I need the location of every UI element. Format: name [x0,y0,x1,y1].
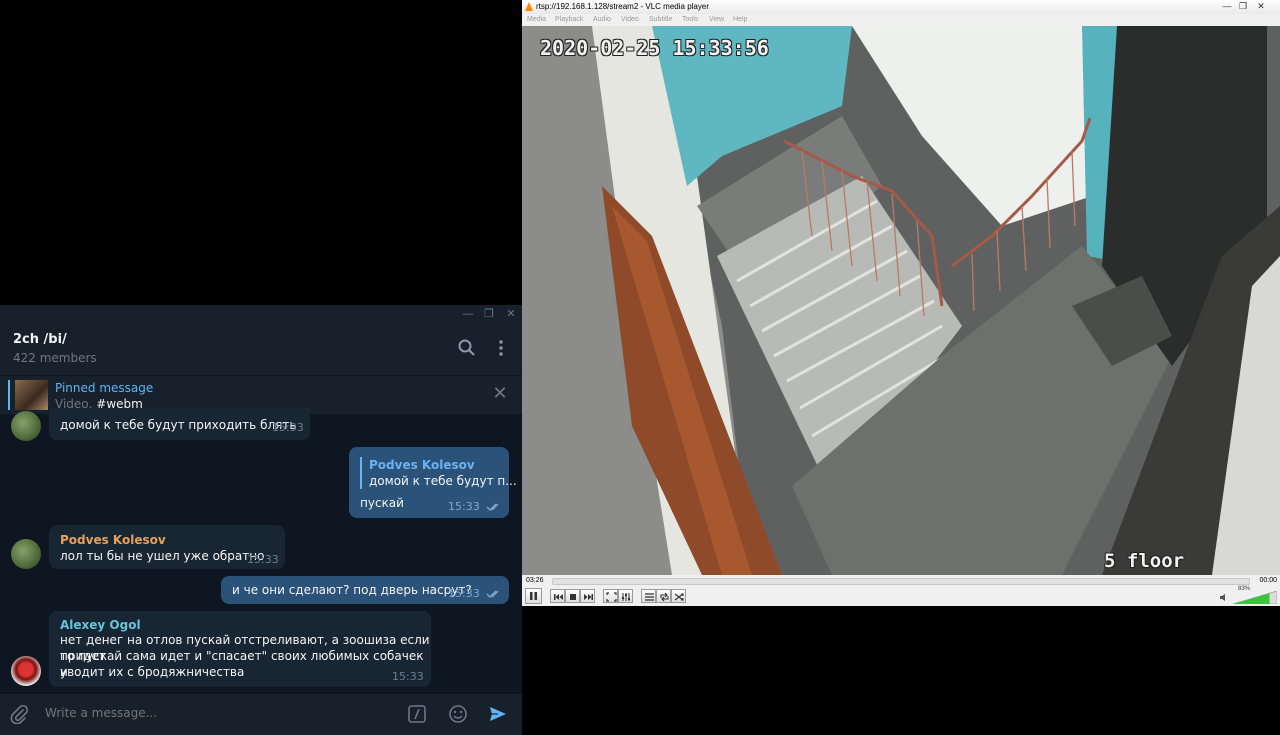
pinned-video-thumbnail [15,380,48,410]
message-text: и че они сделают? под дверь насрут? [232,583,472,597]
message-bubble[interactable]: Alexey Ogol нет денег на отлов пускай от… [49,611,431,687]
extended-settings-button[interactable] [618,589,633,603]
volume-slider[interactable] [1233,591,1277,604]
avatar[interactable] [11,656,41,686]
message-text: домой к тебе будут приходить блять [60,418,297,432]
stairwell-video-frame [522,26,1280,575]
chat-header[interactable]: 2ch /bi/ 422 members [0,323,522,375]
menu-media[interactable]: Media [527,16,546,23]
emoji-icon[interactable] [448,704,468,724]
reply-quote[interactable]: Podves Kolesov домой к тебе будут п... [360,457,517,489]
chat-title: 2ch /bi/ [13,332,67,347]
shuffle-button[interactable] [671,589,686,603]
next-button[interactable] [580,589,595,603]
avatar[interactable] [11,539,41,569]
menu-audio[interactable]: Audio [593,16,611,23]
message-input[interactable] [45,706,375,720]
sender-name[interactable]: Podves Kolesov [60,532,166,548]
restore-button[interactable]: ❐ [478,305,500,323]
speaker-icon[interactable] [1219,593,1228,602]
message-text: лол ты бы не ушел уже обратно [60,549,265,563]
message-time: 15:33 [448,587,480,600]
vlc-window: rtsp://192.168.1.128/stream2 - VLC media… [522,0,1280,606]
menu-tools[interactable]: Tools [682,16,698,23]
message-text-line: уводит их с бродяжничества [60,665,245,679]
close-window-button[interactable]: ✕ [1254,0,1268,14]
message-time: 15:33 [448,500,480,513]
playback-controls: 83% [522,586,1280,606]
message-bubble[interactable]: Podves Kolesov домой к тебе будут п... п… [349,447,517,518]
previous-button[interactable] [550,589,565,603]
search-icon[interactable] [457,338,477,358]
osd-timestamp: 2020-02-25 15:33:56 [540,36,769,60]
avatar[interactable] [11,411,41,441]
elapsed-time: 03:26 [526,577,544,584]
menu-playback[interactable]: Playback [555,16,583,23]
reply-sender: Podves Kolesov [369,458,475,472]
more-menu-icon[interactable] [491,338,511,358]
menu-view[interactable]: View [709,16,724,23]
message-bubble[interactable]: домой к тебе будут приходить блять 15:33 [49,408,310,440]
menu-help[interactable]: Help [733,16,747,23]
pause-button[interactable] [525,588,542,604]
vlc-window-title: rtsp://192.168.1.128/stream2 - VLC media… [536,2,709,11]
message-bubble[interactable]: и че они сделают? под дверь насрут? 15:3… [221,576,509,604]
read-checkmarks-icon [486,503,499,511]
restore-button[interactable]: ❐ [1236,0,1250,14]
members-count: 422 members [13,351,97,365]
vlc-menubar: Media Playback Audio Video Subtitle Tool… [522,14,1280,26]
fullscreen-button[interactable] [603,589,618,603]
menu-video[interactable]: Video [621,16,639,23]
vlc-titlebar: rtsp://192.168.1.128/stream2 - VLC media… [522,0,1280,14]
close-pinned-icon[interactable]: ✕ [492,385,508,403]
menu-subtitle[interactable]: Subtitle [649,16,672,23]
seek-slider[interactable] [552,578,1250,585]
send-icon[interactable] [488,704,508,724]
pinned-accent-bar [8,380,10,410]
minimize-button[interactable]: — [457,305,479,323]
reply-text: домой к тебе будут п... [369,474,517,488]
commands-icon[interactable] [407,704,427,724]
message-time: 15:33 [272,421,304,434]
video-surface[interactable]: 2020-02-25 15:33:56 5 floor [522,26,1280,575]
loop-button[interactable] [656,589,671,603]
close-window-button[interactable]: ✕ [500,305,522,323]
vlc-cone-icon [525,2,533,11]
sender-name[interactable]: Alexey Ogol [60,617,141,633]
total-time: 00:00 [1259,577,1277,584]
read-checkmarks-icon [486,590,499,598]
seek-bar-row: 03:26 00:00 [522,575,1280,587]
stop-button[interactable] [565,589,580,603]
message-time: 15:33 [392,670,424,683]
message-bubble[interactable]: Podves Kolesov лол ты бы не ушел уже обр… [49,525,285,569]
pinned-title: Pinned message [55,381,154,395]
osd-floor-label: 5 floor [1104,550,1185,572]
message-composer [0,694,522,735]
playlist-button[interactable] [641,589,656,603]
telegram-window: — ❐ ✕ 2ch /bi/ 422 members Pinned messag… [0,305,522,735]
message-time: 15:33 [247,553,279,566]
message-text: пускай [360,496,404,510]
telegram-titlebar: — ❐ ✕ [0,305,522,323]
attach-icon[interactable] [9,704,29,724]
minimize-button[interactable]: — [1220,0,1234,14]
